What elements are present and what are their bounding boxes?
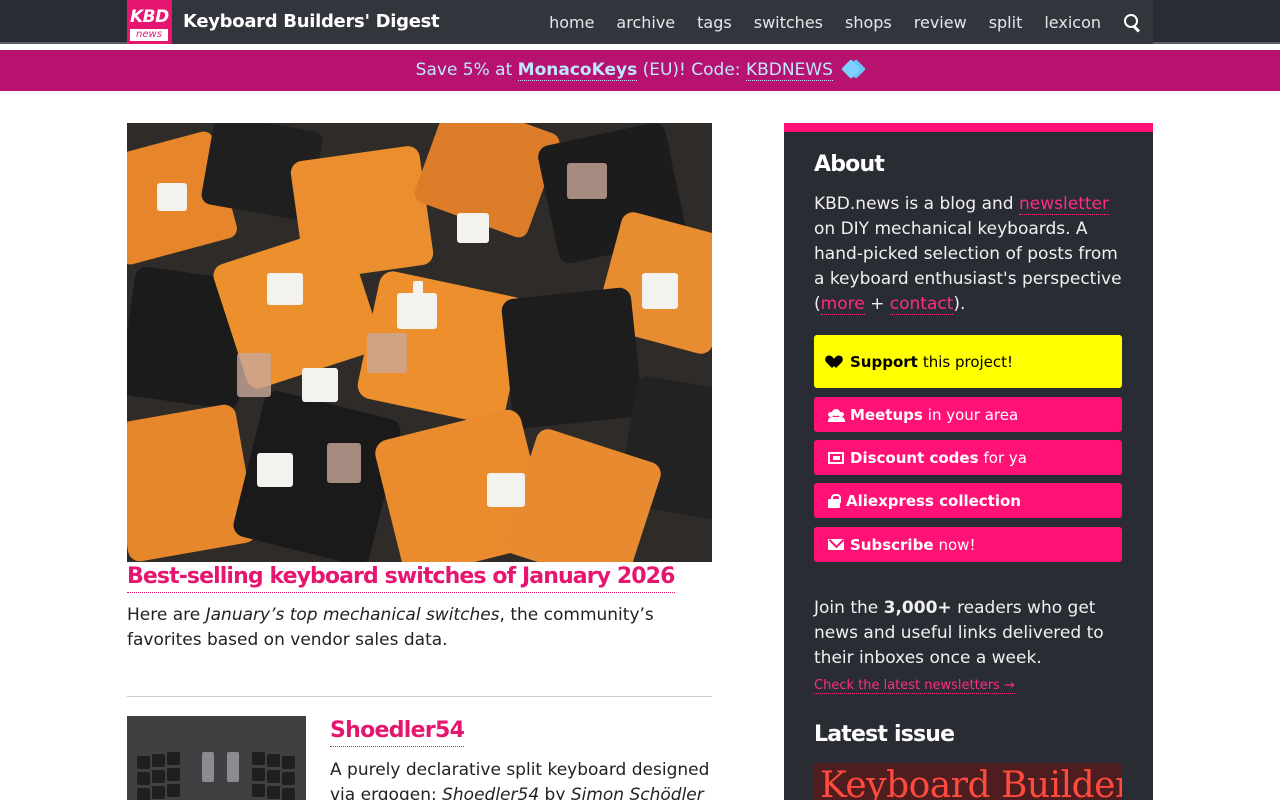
search-icon[interactable] [1123, 13, 1141, 31]
tags-icon [841, 59, 867, 79]
post-thumbnail[interactable] [127, 716, 306, 800]
hero-excerpt-before: Here are [127, 605, 201, 625]
subscribe-button[interactable]: Subscribe now! [814, 527, 1122, 562]
about-heading: About [814, 152, 885, 177]
latest-newsletters-link[interactable]: Check the latest newsletters → [814, 678, 1015, 694]
subscribe-button-bold: Subscribe [850, 535, 934, 554]
nav-review[interactable]: review [914, 13, 967, 32]
promo-code-link[interactable]: KBDNEWS [745, 60, 833, 81]
main-nav: home archive tags switches shops review … [527, 11, 1141, 33]
post2-excerpt-italic1: Shoedler54 [442, 785, 540, 800]
latest-issue-image-text: Keyboard Builders’ Digest [820, 765, 1122, 800]
discount-codes-button[interactable]: Discount codes for ya [814, 440, 1122, 475]
join-text: Join the 3,000+ readers who get news and… [814, 596, 1124, 671]
support-button-bold: Support [850, 352, 918, 371]
navbar-inner: KBD news Keyboard Builders' Digest home … [127, 0, 1153, 44]
nav-home[interactable]: home [549, 13, 594, 32]
nav-split[interactable]: split [989, 13, 1023, 32]
meetups-button-bold: Meetups [850, 405, 923, 424]
support-button[interactable]: Support this project! [814, 335, 1122, 388]
latest-issue-heading: Latest issue [814, 722, 955, 747]
top-navbar: KBD news Keyboard Builders' Digest home … [0, 0, 1280, 44]
nav-switches[interactable]: switches [754, 13, 823, 32]
aliexpress-button-bold: Aliexpress collection [846, 491, 1021, 510]
aliexpress-button[interactable]: Aliexpress collection [814, 483, 1122, 518]
hero-excerpt-italic: January’s top mechanical switches [205, 605, 500, 625]
nav-lexicon[interactable]: lexicon [1044, 13, 1101, 32]
logo-text-top: KBD [130, 7, 169, 27]
nav-tags[interactable]: tags [697, 13, 732, 32]
promo-middle: (EU)! Code: [642, 60, 741, 80]
discount-button-bold: Discount codes [850, 448, 979, 467]
post-excerpt: A purely declarative split keyboard desi… [330, 758, 720, 800]
nav-shops[interactable]: shops [845, 13, 892, 32]
reader-count: 3,000+ [883, 598, 952, 618]
contact-link[interactable]: contact [889, 294, 954, 315]
promo-shop-link[interactable]: MonacoKeys [517, 60, 638, 81]
hero-post-title[interactable]: Best-selling keyboard switches of Januar… [127, 562, 675, 593]
promo-banner: Save 5% at MonacoKeys (EU)! Code: KBDNEW… [0, 50, 1280, 91]
meetups-button-rest: in your area [927, 405, 1019, 424]
site-title[interactable]: Keyboard Builders' Digest [183, 11, 440, 32]
post2-author-link[interactable]: Simon Schödler [570, 785, 704, 800]
heart-icon [828, 355, 844, 369]
post-title[interactable]: Shoedler54 [330, 716, 465, 747]
subscribe-button-rest: now! [938, 535, 976, 554]
promo-prefix: Save 5% at [415, 60, 513, 80]
site-logo[interactable]: KBD news [127, 0, 172, 44]
post2-excerpt-mid: by [544, 785, 566, 800]
support-button-rest: this project! [922, 352, 1014, 371]
more-link[interactable]: more [820, 294, 865, 315]
hero-post-image[interactable] [127, 123, 712, 562]
ticket-icon [828, 451, 844, 464]
latest-issue-image[interactable]: Keyboard Builders’ Digest [814, 763, 1122, 800]
meetups-button[interactable]: Meetups in your area [814, 397, 1122, 432]
about-text: KBD.news is a blog and newsletter on DIY… [814, 192, 1124, 317]
post-divider [127, 696, 712, 697]
about-text-1: KBD.news is a blog and [814, 194, 1014, 214]
newsletter-link[interactable]: newsletter [1019, 194, 1109, 215]
about-end: ). [953, 294, 966, 314]
shopping-bag-icon [828, 493, 841, 508]
logo-text-bottom: news [130, 29, 168, 41]
envelope-icon [828, 539, 844, 550]
join-text-1: Join the [814, 598, 879, 618]
nav-archive[interactable]: archive [616, 13, 675, 32]
about-plus: + [870, 294, 885, 314]
hero-post-excerpt: Here are January’s top mechanical switch… [127, 603, 712, 653]
users-icon [828, 408, 845, 422]
sidebar: About KBD.news is a blog and newsletter … [784, 123, 1153, 800]
discount-button-rest: for ya [983, 448, 1027, 467]
